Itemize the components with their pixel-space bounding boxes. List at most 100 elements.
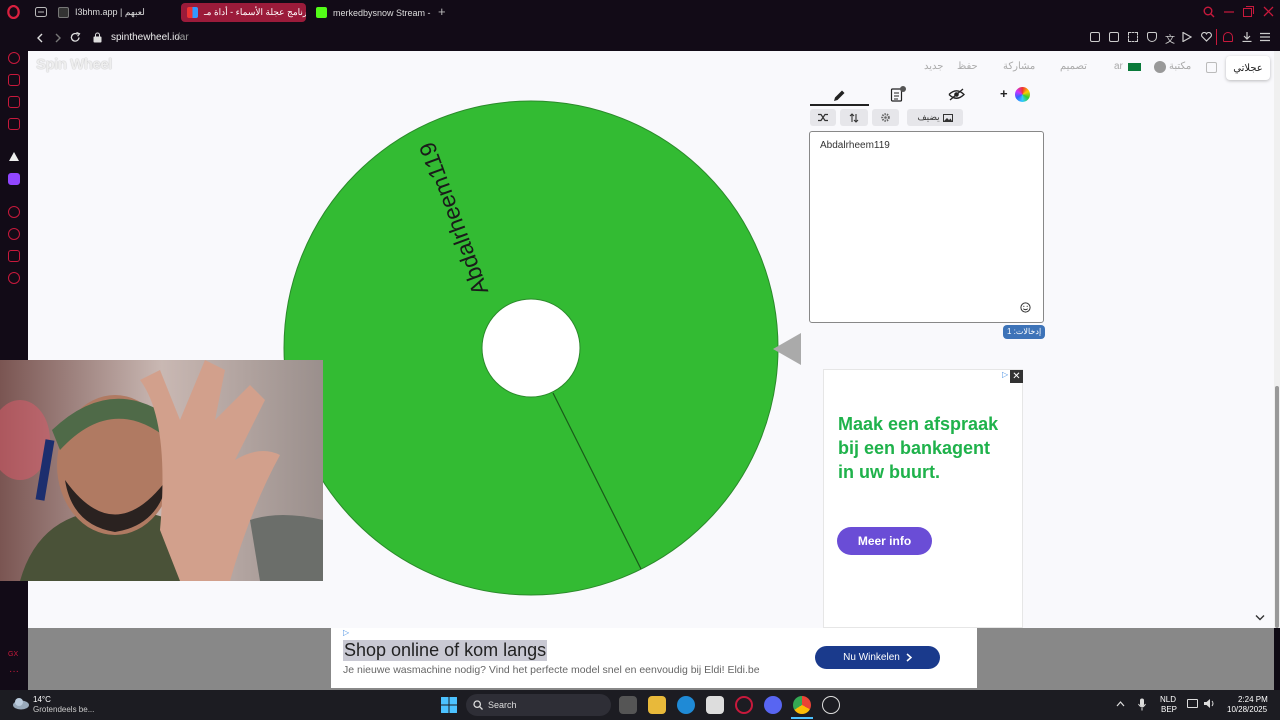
send-icon[interactable] xyxy=(8,250,20,262)
scrollbar-thumb[interactable] xyxy=(1275,386,1279,628)
download-icon[interactable] xyxy=(1242,32,1252,42)
mail-icon[interactable] xyxy=(8,118,20,130)
bottom-ad-title[interactable]: Shop online of kom langs xyxy=(343,640,548,661)
snapshot-icon[interactable] xyxy=(1128,32,1138,42)
file-explorer-icon[interactable] xyxy=(648,696,666,714)
close-icon[interactable] xyxy=(1263,6,1274,17)
screenshot-icon[interactable] xyxy=(1109,32,1119,42)
wheel-center[interactable] xyxy=(481,298,581,398)
color-wheel-icon[interactable] xyxy=(1015,87,1030,102)
bottom-ad-cta-button[interactable]: Nu Winkelen xyxy=(815,646,940,669)
search-icon[interactable] xyxy=(1203,6,1215,18)
browser-sidebar: GX ··· xyxy=(0,25,28,690)
new-tab-button[interactable]: + xyxy=(438,4,446,19)
tab-favicon xyxy=(187,7,198,18)
shield-icon[interactable] xyxy=(1147,32,1157,42)
url-host[interactable]: spinthewheel.io xyxy=(111,32,180,43)
kick-icon[interactable] xyxy=(8,151,20,162)
gear-icon xyxy=(881,113,890,122)
add-color-button[interactable]: + xyxy=(1000,86,1008,101)
edit-icon[interactable] xyxy=(833,89,846,102)
clipboard-icon[interactable] xyxy=(890,86,906,102)
search-icon xyxy=(473,700,483,710)
tab-spinthewheel[interactable]: برنامج عجلة الأسماء - أداة مـ xyxy=(181,3,306,22)
ad-choices-icon[interactable]: ▷ xyxy=(1002,370,1008,379)
restore-icon[interactable] xyxy=(1243,6,1254,17)
eye-off-icon[interactable] xyxy=(948,88,965,101)
header-save[interactable]: حفظ xyxy=(957,61,978,72)
edge-icon[interactable] xyxy=(677,696,695,714)
taskbar-search[interactable]: Search xyxy=(466,694,611,716)
twitch-icon[interactable] xyxy=(8,173,20,185)
speed-dial-icon[interactable] xyxy=(8,52,20,64)
translate-icon[interactable]: 文 xyxy=(1165,31,1175,46)
player-icon[interactable] xyxy=(8,206,20,218)
header-new[interactable]: جديد xyxy=(924,61,943,72)
tab-i3bhm[interactable]: I3bhm.app | لعبهم xyxy=(52,3,177,22)
bottom-ad-cta-label: Nu Winkelen xyxy=(843,652,900,663)
editor-tabs: + xyxy=(810,85,1044,106)
keyboard-layout[interactable]: BEP xyxy=(1161,705,1177,714)
opera-logo-icon[interactable] xyxy=(7,5,20,19)
my-wheels-button[interactable]: عجلاتي xyxy=(1226,56,1270,80)
header-design[interactable]: تصميم xyxy=(1060,61,1087,72)
page-scrollbar[interactable] xyxy=(1274,51,1280,628)
back-icon[interactable] xyxy=(36,33,44,43)
clock-date[interactable]: 10/28/2025 xyxy=(1227,705,1267,714)
header-language[interactable]: ar xyxy=(1114,61,1123,72)
settings-icon[interactable] xyxy=(8,272,20,284)
chevron-up-icon[interactable] xyxy=(1116,701,1125,707)
settings-button[interactable] xyxy=(872,109,899,126)
site-logo[interactable]: Spin Wheel xyxy=(36,56,112,73)
bottom-ad[interactable]: ▷ Shop online of kom langs Je nieuwe was… xyxy=(331,628,977,688)
side-ad[interactable]: ▷ ✕ Maak een afspraak bij een bankagent … xyxy=(823,369,1023,628)
volume-icon[interactable] xyxy=(1203,698,1215,709)
ad-cta-button[interactable]: Meer info xyxy=(837,527,932,555)
split-view-icon[interactable] xyxy=(1090,32,1100,42)
tab-overview-icon[interactable] xyxy=(35,7,47,17)
history-icon[interactable] xyxy=(8,228,20,240)
ad-close-icon[interactable]: ✕ xyxy=(1010,370,1023,383)
ad-headline: Maak een afspraak bij een bankagent in u… xyxy=(838,414,999,482)
network-icon[interactable] xyxy=(1187,699,1198,708)
weather-cloud-icon[interactable] xyxy=(12,697,30,710)
microphone-icon[interactable] xyxy=(1138,698,1146,711)
shuffle-button[interactable] xyxy=(810,109,836,126)
shopping-bag-icon[interactable] xyxy=(8,74,20,86)
task-view-icon[interactable] xyxy=(619,696,637,714)
header-library[interactable]: مكتبة xyxy=(1169,61,1191,72)
entries-textarea[interactable]: Abdalrheem119 xyxy=(809,131,1044,323)
minimize-icon[interactable] xyxy=(1224,7,1234,17)
header-share[interactable]: مشاركة xyxy=(1003,61,1035,72)
windows-start-icon[interactable] xyxy=(440,696,458,714)
lock-icon[interactable] xyxy=(93,32,102,43)
player-icon[interactable] xyxy=(1182,32,1192,42)
emoji-icon[interactable] xyxy=(1020,302,1031,313)
gx-icon[interactable]: GX xyxy=(8,651,18,658)
tab-kick-stream[interactable]: merkedbysnow Stream - xyxy=(310,3,432,22)
discord-icon[interactable] xyxy=(764,696,782,714)
chrome-icon[interactable] xyxy=(793,696,811,714)
settings-icon[interactable] xyxy=(822,696,840,714)
weather-desc[interactable]: Grotendeels be... xyxy=(33,705,94,714)
menu-icon[interactable] xyxy=(1260,32,1270,42)
clock-time[interactable]: 2:24 PM xyxy=(1238,695,1268,704)
active-app-indicator xyxy=(791,717,813,719)
ad-choices-icon[interactable]: ▷ xyxy=(343,628,349,637)
profile-icon[interactable] xyxy=(1223,32,1233,42)
chevron-down-icon[interactable] xyxy=(1255,614,1265,622)
weather-temp[interactable]: 14°C xyxy=(33,695,51,704)
sort-button[interactable] xyxy=(840,109,868,126)
wheel[interactable]: Abdalrheem119 xyxy=(283,100,779,596)
more-icon[interactable]: ··· xyxy=(9,666,19,677)
fullscreen-icon[interactable] xyxy=(1206,62,1217,73)
forward-icon[interactable] xyxy=(54,33,62,43)
url-path[interactable]: /ar xyxy=(177,32,189,43)
messenger-icon[interactable] xyxy=(8,96,20,108)
reload-icon[interactable] xyxy=(70,32,81,43)
add-image-button[interactable]: يضيف xyxy=(907,109,963,126)
opera-gx-icon[interactable] xyxy=(735,696,753,714)
language-code[interactable]: NLD xyxy=(1160,695,1176,704)
store-icon[interactable] xyxy=(706,696,724,714)
heart-icon[interactable] xyxy=(1201,32,1212,42)
